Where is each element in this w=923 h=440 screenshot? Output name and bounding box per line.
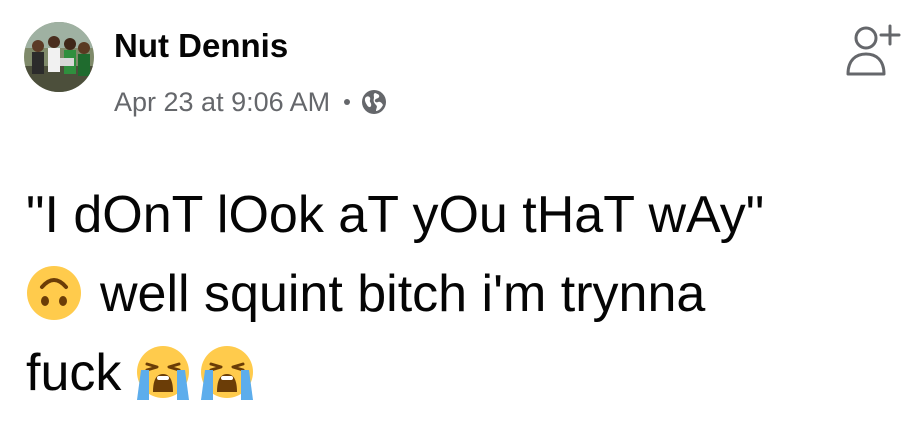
loudly-crying-face-icon bbox=[199, 344, 255, 400]
post-text-line-3: fuck bbox=[26, 334, 906, 413]
avatar[interactable] bbox=[24, 22, 94, 92]
globe-icon[interactable] bbox=[361, 89, 387, 115]
post-text-line-2-text: well squint bitch i'm trynna bbox=[100, 265, 706, 323]
author-name[interactable]: Nut Dennis bbox=[114, 26, 288, 66]
post-text-line-2: well squint bitch i'm trynna bbox=[26, 255, 906, 334]
post-meta: Apr 23 at 9:06 AM bbox=[114, 84, 387, 120]
post-timestamp[interactable]: Apr 23 at 9:06 AM bbox=[114, 84, 330, 120]
post-text-line-1: "I dOnT lOok aT yOu tHaT wAy" bbox=[26, 186, 765, 244]
facebook-post: Nut Dennis Apr 23 at 9:06 AM "I dOnT lOo… bbox=[0, 0, 923, 440]
loudly-crying-face-icon bbox=[135, 344, 191, 400]
upside-down-face-icon bbox=[26, 265, 82, 321]
post-text-line-3-text: fuck bbox=[26, 344, 122, 402]
post-body: "I dOnT lOok aT yOu tHaT wAy" well squin… bbox=[26, 176, 906, 413]
add-friend-icon[interactable] bbox=[840, 20, 904, 80]
meta-separator bbox=[344, 99, 351, 105]
